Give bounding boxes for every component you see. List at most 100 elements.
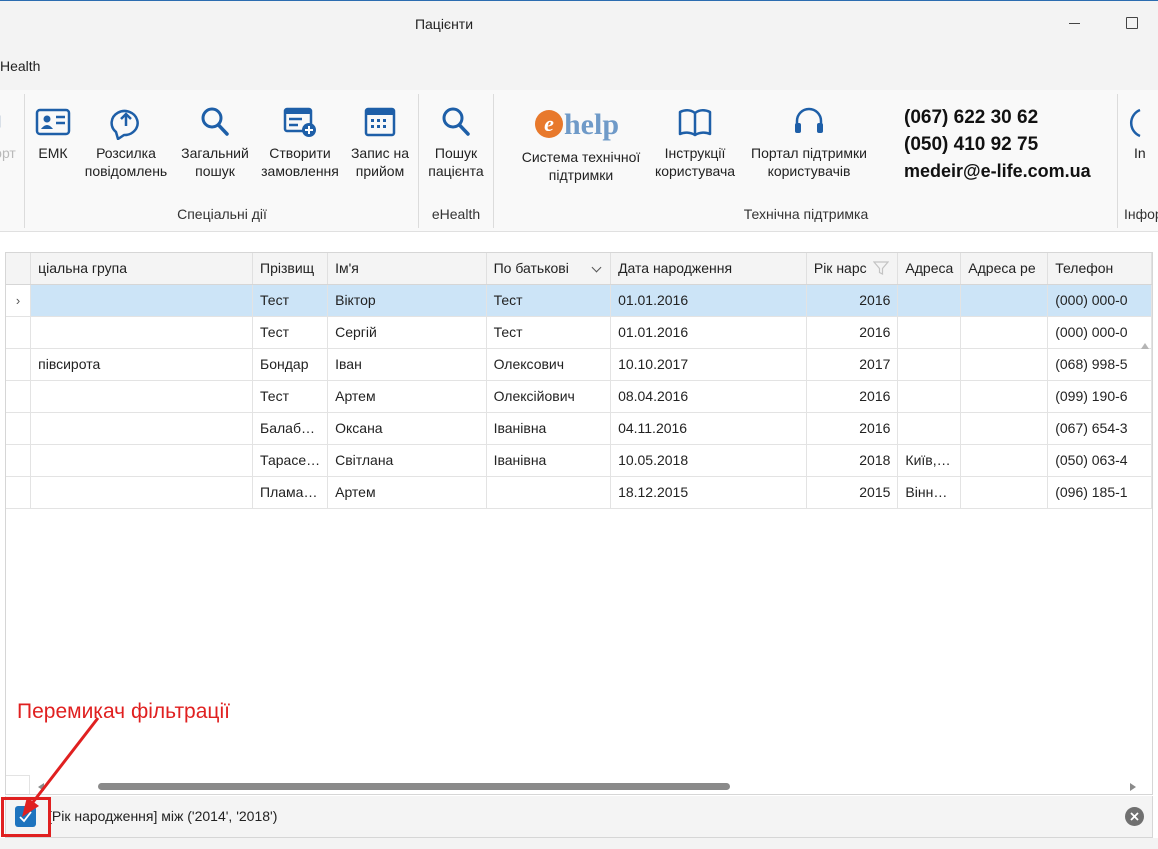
phone-cell[interactable]: (099) 190-6 <box>1047 380 1152 413</box>
create-order-button[interactable]: Створити замовлення <box>257 104 343 180</box>
sort-descending-icon[interactable] <box>591 262 602 273</box>
support-portal-button[interactable]: Портал підтримки користувачів <box>744 104 874 180</box>
table-row[interactable]: Тест Артем Олексійович 08.04.2016 2016 (099) … <box>6 380 1152 413</box>
dob-cell[interactable]: 04.11.2016 <box>610 412 807 445</box>
clear-filter-button[interactable] <box>1125 807 1144 826</box>
address-cell[interactable]: Київ,… <box>897 444 962 477</box>
birth-year-cell[interactable]: 2016 <box>806 412 899 445</box>
patronymic-cell[interactable]: Олексович <box>486 348 612 381</box>
phone-cell[interactable]: (067) 654-3 <box>1047 412 1152 445</box>
user-manual-button[interactable]: Інструкції користувача <box>650 104 740 180</box>
surname-cell[interactable]: Плама… <box>252 476 329 509</box>
dob-cell[interactable]: 08.04.2016 <box>610 380 807 413</box>
birth-year-cell[interactable]: 2015 <box>806 476 899 509</box>
scroll-right-arrow[interactable] <box>1130 783 1136 791</box>
column-header-address[interactable]: Адреса <box>897 253 962 285</box>
surname-cell[interactable]: Тарасе… <box>252 444 329 477</box>
birth-year-cell[interactable]: 2016 <box>806 284 899 317</box>
reg-address-cell[interactable] <box>960 476 1049 509</box>
name-cell[interactable]: Іван <box>327 348 487 381</box>
name-cell[interactable]: Сергій <box>327 316 487 349</box>
birth-year-cell[interactable]: 2017 <box>806 348 899 381</box>
reg-address-cell[interactable] <box>960 348 1049 381</box>
patronymic-cell[interactable]: Олексійович <box>486 380 612 413</box>
social-group-cell[interactable] <box>30 316 254 349</box>
scroll-left-arrow[interactable] <box>38 783 44 791</box>
row-indicator[interactable] <box>6 348 32 381</box>
reg-address-cell[interactable] <box>960 412 1049 445</box>
table-row[interactable]: › Тест Віктор Тест 01.01.2016 2016 (000) 000-0 <box>6 284 1152 317</box>
maximize-button[interactable] <box>1116 11 1146 35</box>
social-group-cell[interactable] <box>30 476 254 509</box>
mailing-button[interactable]: Розсилка повідомлень <box>80 104 172 180</box>
surname-cell[interactable]: Тест <box>252 380 329 413</box>
column-header-dob[interactable]: Дата народження <box>610 253 807 285</box>
dob-cell[interactable]: 01.01.2016 <box>610 316 807 349</box>
address-cell[interactable]: Вінн… <box>897 476 962 509</box>
name-cell[interactable]: Артем <box>327 380 487 413</box>
address-cell[interactable] <box>897 412 962 445</box>
surname-cell[interactable]: Тест <box>252 316 329 349</box>
patronymic-cell[interactable]: Іванівна <box>486 444 612 477</box>
row-indicator[interactable] <box>6 412 32 445</box>
patronymic-cell[interactable] <box>486 476 612 509</box>
address-cell[interactable] <box>897 348 962 381</box>
dob-cell[interactable]: 10.05.2018 <box>610 444 807 477</box>
dob-cell[interactable]: 18.12.2015 <box>610 476 807 509</box>
table-row[interactable]: Плама… Артем 18.12.2015 2015 Вінн… (096) 185-… <box>6 476 1152 509</box>
phone-cell[interactable]: (068) 998-5 <box>1047 348 1152 381</box>
export-button[interactable]: орт <box>0 104 18 162</box>
patronymic-cell[interactable]: Іванівна <box>486 412 612 445</box>
social-group-cell[interactable] <box>30 444 254 477</box>
table-row[interactable]: Балаб… Оксана Іванівна 04.11.2016 2016 (067) … <box>6 412 1152 445</box>
address-cell[interactable] <box>897 284 962 317</box>
name-cell[interactable]: Артем <box>327 476 487 509</box>
minimize-button[interactable] <box>1060 11 1090 35</box>
column-header-name[interactable]: Ім'я <box>327 253 487 285</box>
birth-year-cell[interactable]: 2018 <box>806 444 899 477</box>
social-group-cell[interactable]: півсирота <box>30 348 254 381</box>
scroll-up-arrow[interactable] <box>1141 343 1149 349</box>
address-cell[interactable] <box>897 316 962 349</box>
row-indicator[interactable] <box>6 476 32 509</box>
general-search-button[interactable]: Загальний пошук <box>176 104 254 180</box>
patronymic-cell[interactable]: Тест <box>486 284 612 317</box>
surname-cell[interactable]: Тест <box>252 284 329 317</box>
birth-year-cell[interactable]: 2016 <box>806 316 899 349</box>
surname-cell[interactable]: Балаб… <box>252 412 329 445</box>
patient-search-button[interactable]: Пошук пацієнта <box>424 104 488 180</box>
menu-item-health[interactable]: Health <box>0 58 40 74</box>
phone-cell[interactable]: (000) 000-0 <box>1047 316 1152 349</box>
social-group-cell[interactable] <box>30 284 254 317</box>
filter-funnel-icon[interactable] <box>873 260 890 276</box>
table-row[interactable]: Тарасе… Світлана Іванівна 10.05.2018 2018 Киї… <box>6 444 1152 477</box>
scrollbar-thumb[interactable] <box>98 783 730 790</box>
reg-address-cell[interactable] <box>960 316 1049 349</box>
phone-cell[interactable]: (000) 000-0 <box>1047 284 1152 317</box>
reg-address-cell[interactable] <box>960 444 1049 477</box>
name-cell[interactable]: Світлана <box>327 444 487 477</box>
patronymic-cell[interactable]: Тест <box>486 316 612 349</box>
column-header-social-group[interactable]: ціальна група <box>30 253 254 285</box>
row-indicator[interactable] <box>6 444 32 477</box>
reg-address-cell[interactable] <box>960 380 1049 413</box>
tech-support-system-button[interactable]: Система технічної підтримки <box>514 148 648 184</box>
reg-address-cell[interactable] <box>960 284 1049 317</box>
social-group-cell[interactable] <box>30 380 254 413</box>
appointment-button[interactable]: Запис на прийом <box>346 104 414 180</box>
name-cell[interactable]: Оксана <box>327 412 487 445</box>
dob-cell[interactable]: 01.01.2016 <box>610 284 807 317</box>
phone-cell[interactable]: (050) 063-4 <box>1047 444 1152 477</box>
filter-expression[interactable]: [Рік народження] між ('2014', '2018') <box>48 808 277 824</box>
column-header-birth-year[interactable]: Рік нарс <box>806 253 899 285</box>
column-header-phone[interactable]: Телефон <box>1047 253 1152 285</box>
row-indicator[interactable] <box>6 316 32 349</box>
table-row[interactable]: Тест Сергій Тест 01.01.2016 2016 (000) 000-0 <box>6 316 1152 349</box>
row-indicator[interactable]: › <box>6 284 32 317</box>
horizontal-scrollbar[interactable] <box>36 777 1148 794</box>
birth-year-cell[interactable]: 2016 <box>806 380 899 413</box>
column-header-surname[interactable]: Прізвищ <box>252 253 329 285</box>
address-cell[interactable] <box>897 380 962 413</box>
column-header-reg-address[interactable]: Адреса ре <box>960 253 1049 285</box>
column-header-patronymic[interactable]: По батькові <box>486 253 612 285</box>
